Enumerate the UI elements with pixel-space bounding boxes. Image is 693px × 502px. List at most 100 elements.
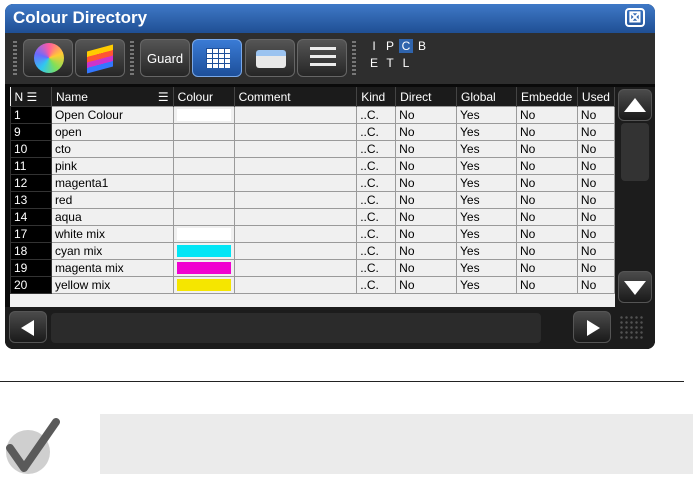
cell-used[interactable]: No: [576, 191, 615, 209]
cell-colour[interactable]: [172, 191, 235, 209]
cell-colour[interactable]: [172, 174, 235, 192]
horizontal-scrollbar[interactable]: [5, 307, 655, 349]
cell-used[interactable]: No: [576, 174, 615, 192]
cell-embedded[interactable]: No: [515, 191, 578, 209]
cell-used[interactable]: No: [576, 123, 615, 141]
title-bar[interactable]: Colour Directory ⊠: [5, 4, 655, 33]
cell-global[interactable]: Yes: [456, 208, 517, 226]
cell-kind[interactable]: ..C.: [356, 123, 397, 141]
cell-n[interactable]: 19: [10, 259, 52, 277]
cell-comment[interactable]: [233, 157, 358, 175]
cell-used[interactable]: No: [576, 106, 615, 124]
cell-global[interactable]: Yes: [456, 174, 517, 192]
toolbar-grip[interactable]: [13, 41, 17, 75]
cell-used[interactable]: No: [576, 140, 615, 158]
cell-name[interactable]: open: [50, 123, 174, 141]
cell-embedded[interactable]: No: [515, 259, 578, 277]
cell-global[interactable]: Yes: [456, 259, 517, 277]
cell-direct[interactable]: No: [395, 140, 458, 158]
scroll-down-button[interactable]: [618, 271, 652, 303]
header-global[interactable]: Global: [456, 87, 517, 107]
cell-kind[interactable]: ..C.: [356, 208, 397, 226]
table-row[interactable]: 11 pink ..C. No Yes No No: [10, 157, 615, 175]
cell-global[interactable]: Yes: [456, 140, 517, 158]
cell-comment[interactable]: [233, 123, 358, 141]
filter-t[interactable]: T: [383, 56, 397, 70]
cell-n[interactable]: 9: [10, 123, 52, 141]
cell-name[interactable]: cto: [50, 140, 174, 158]
cell-kind[interactable]: ..C.: [356, 140, 397, 158]
cell-direct[interactable]: No: [395, 191, 458, 209]
cell-kind[interactable]: ..C.: [356, 191, 397, 209]
cell-name[interactable]: magenta mix: [50, 259, 174, 277]
filter-l[interactable]: L: [399, 56, 413, 70]
cell-kind[interactable]: ..C.: [356, 259, 397, 277]
cell-comment[interactable]: [233, 242, 358, 260]
cell-n[interactable]: 12: [10, 174, 52, 192]
cell-used[interactable]: No: [576, 276, 615, 294]
cell-embedded[interactable]: No: [515, 123, 578, 141]
cell-colour[interactable]: [172, 106, 235, 124]
table-row[interactable]: 1 Open Colour ..C. No Yes No No: [10, 106, 615, 124]
cell-colour[interactable]: [172, 276, 235, 294]
cell-n[interactable]: 11: [10, 157, 52, 175]
cell-name[interactable]: red: [50, 191, 174, 209]
cell-direct[interactable]: No: [395, 106, 458, 124]
cell-used[interactable]: No: [576, 225, 615, 243]
cell-colour[interactable]: [172, 123, 235, 141]
cell-n[interactable]: 18: [10, 242, 52, 260]
cell-global[interactable]: Yes: [456, 276, 517, 294]
table-row[interactable]: 14 aqua ..C. No Yes No No: [10, 208, 615, 226]
table-row[interactable]: 19 magenta mix ..C. No Yes No No: [10, 259, 615, 277]
cell-name[interactable]: Open Colour: [50, 106, 174, 124]
cell-n[interactable]: 14: [10, 208, 52, 226]
cell-comment[interactable]: [233, 259, 358, 277]
filter-e[interactable]: E: [367, 56, 381, 70]
cell-colour[interactable]: [172, 242, 235, 260]
cell-name[interactable]: white mix: [50, 225, 174, 243]
cell-global[interactable]: Yes: [456, 123, 517, 141]
checklist-button[interactable]: [297, 39, 347, 77]
cell-n[interactable]: 17: [10, 225, 52, 243]
cell-embedded[interactable]: No: [515, 208, 578, 226]
table-row[interactable]: 10 cto ..C. No Yes No No: [10, 140, 615, 158]
cell-direct[interactable]: No: [395, 123, 458, 141]
toolbar-grip[interactable]: [130, 41, 134, 75]
cell-name[interactable]: aqua: [50, 208, 174, 226]
close-button[interactable]: ⊠: [625, 8, 645, 27]
cell-embedded[interactable]: No: [515, 140, 578, 158]
table-row[interactable]: 12 magenta1 ..C. No Yes No No: [10, 174, 615, 192]
table-row[interactable]: 9 open ..C. No Yes No No: [10, 123, 615, 141]
table-row[interactable]: 20 yellow mix ..C. No Yes No No: [10, 276, 615, 294]
cell-name[interactable]: yellow mix: [50, 276, 174, 294]
cell-kind[interactable]: ..C.: [356, 174, 397, 192]
cell-comment[interactable]: [233, 191, 358, 209]
cell-colour[interactable]: [172, 140, 235, 158]
filter-p[interactable]: P: [383, 39, 397, 53]
cell-colour[interactable]: [172, 208, 235, 226]
colour-picker-button[interactable]: [23, 39, 73, 77]
cell-name[interactable]: pink: [50, 157, 174, 175]
table-view-button[interactable]: [192, 39, 242, 77]
header-n[interactable]: N ☰: [10, 87, 52, 107]
cell-direct[interactable]: No: [395, 157, 458, 175]
cell-embedded[interactable]: No: [515, 276, 578, 294]
cell-global[interactable]: Yes: [456, 157, 517, 175]
cell-direct[interactable]: No: [395, 174, 458, 192]
table-row[interactable]: 18 cyan mix ..C. No Yes No No: [10, 242, 615, 260]
toolbar-grip[interactable]: [352, 41, 356, 75]
cell-used[interactable]: No: [576, 157, 615, 175]
cell-n[interactable]: 10: [10, 140, 52, 158]
cell-kind[interactable]: ..C.: [356, 225, 397, 243]
header-embedded[interactable]: Embedde: [516, 87, 578, 107]
header-direct[interactable]: Direct: [395, 87, 458, 107]
scroll-left-button[interactable]: [9, 311, 47, 343]
cell-direct[interactable]: No: [395, 259, 458, 277]
cell-n[interactable]: 13: [10, 191, 52, 209]
horizontal-scroll-thumb[interactable]: [51, 313, 541, 343]
cell-colour[interactable]: [172, 157, 235, 175]
filter-i[interactable]: I: [367, 39, 381, 53]
table-row[interactable]: 13 red ..C. No Yes No No: [10, 191, 615, 209]
print-button[interactable]: [245, 39, 295, 77]
cell-global[interactable]: Yes: [456, 106, 517, 124]
